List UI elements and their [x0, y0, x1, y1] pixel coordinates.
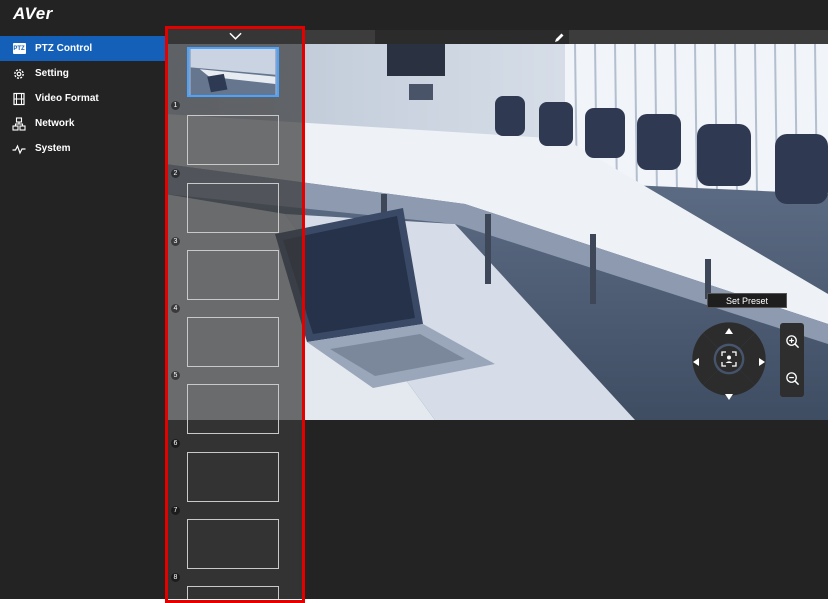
pulse-icon — [12, 142, 26, 156]
chevron-down-icon — [228, 27, 242, 45]
preset-thumbnail[interactable] — [187, 183, 279, 233]
preset-panel — [165, 28, 302, 599]
sidebar: AVer PTZ PTZ Control Setting Video Forma… — [0, 0, 165, 599]
zoom-out-icon[interactable] — [782, 368, 802, 388]
film-icon — [12, 92, 26, 106]
arrow-left-icon[interactable] — [692, 354, 700, 366]
preset-number: 1 — [171, 101, 180, 110]
ptz-direction-pad — [688, 318, 770, 400]
arrow-right-icon[interactable] — [758, 354, 766, 366]
sidebar-item-label: PTZ Control — [35, 43, 93, 54]
ptz-icon: PTZ — [12, 42, 26, 56]
sidebar-item-system[interactable]: System — [0, 136, 165, 161]
collapse-presets-button[interactable] — [223, 30, 247, 42]
sidebar-nav: PTZ PTZ Control Setting Video Format Net… — [0, 36, 165, 161]
preset-thumbnail[interactable] — [187, 317, 279, 367]
toolbar-segment — [302, 30, 375, 44]
page-margin — [828, 0, 833, 599]
preset-number: 6 — [171, 439, 180, 448]
sidebar-item-label: System — [35, 143, 71, 154]
preset-number: 8 — [171, 573, 180, 582]
preset-thumbnail-image — [190, 49, 276, 95]
preset-thumbnail-selected[interactable] — [187, 47, 279, 97]
zoom-panel — [780, 323, 804, 397]
preset-thumbnail[interactable] — [187, 519, 279, 569]
sidebar-item-label: Video Format — [35, 93, 99, 104]
pencil-icon[interactable] — [553, 31, 565, 43]
preset-number: 3 — [171, 237, 180, 246]
preset-thumbnail[interactable] — [187, 115, 279, 165]
preset-thumbnail[interactable] — [187, 250, 279, 300]
preset-thumbnail[interactable] — [187, 586, 279, 599]
preset-number: 5 — [171, 371, 180, 380]
sidebar-item-ptz-control[interactable]: PTZ PTZ Control — [0, 36, 165, 61]
gear-icon — [12, 67, 26, 81]
preset-number: 4 — [171, 304, 180, 313]
preset-thumbnail[interactable] — [187, 384, 279, 434]
focus-icon[interactable] — [721, 351, 737, 367]
preset-number: 2 — [171, 169, 180, 178]
app-window: AVer PTZ PTZ Control Setting Video Forma… — [0, 0, 833, 603]
arrow-down-icon[interactable] — [724, 388, 734, 400]
aver-logo: AVer — [13, 4, 53, 23]
sidebar-item-network[interactable]: Network — [0, 111, 165, 136]
sidebar-item-label: Network — [35, 118, 75, 129]
preset-number: 7 — [171, 506, 180, 515]
arrow-up-icon[interactable] — [724, 322, 734, 334]
zoom-in-icon[interactable] — [782, 331, 802, 351]
preset-thumbnail[interactable] — [187, 452, 279, 502]
sidebar-item-setting[interactable]: Setting — [0, 61, 165, 86]
sidebar-item-label: Setting — [35, 68, 69, 79]
set-preset-button[interactable]: Set Preset — [707, 293, 787, 308]
network-icon — [12, 116, 26, 131]
sidebar-item-video-format[interactable]: Video Format — [0, 86, 165, 111]
toolbar-segment — [569, 30, 828, 44]
